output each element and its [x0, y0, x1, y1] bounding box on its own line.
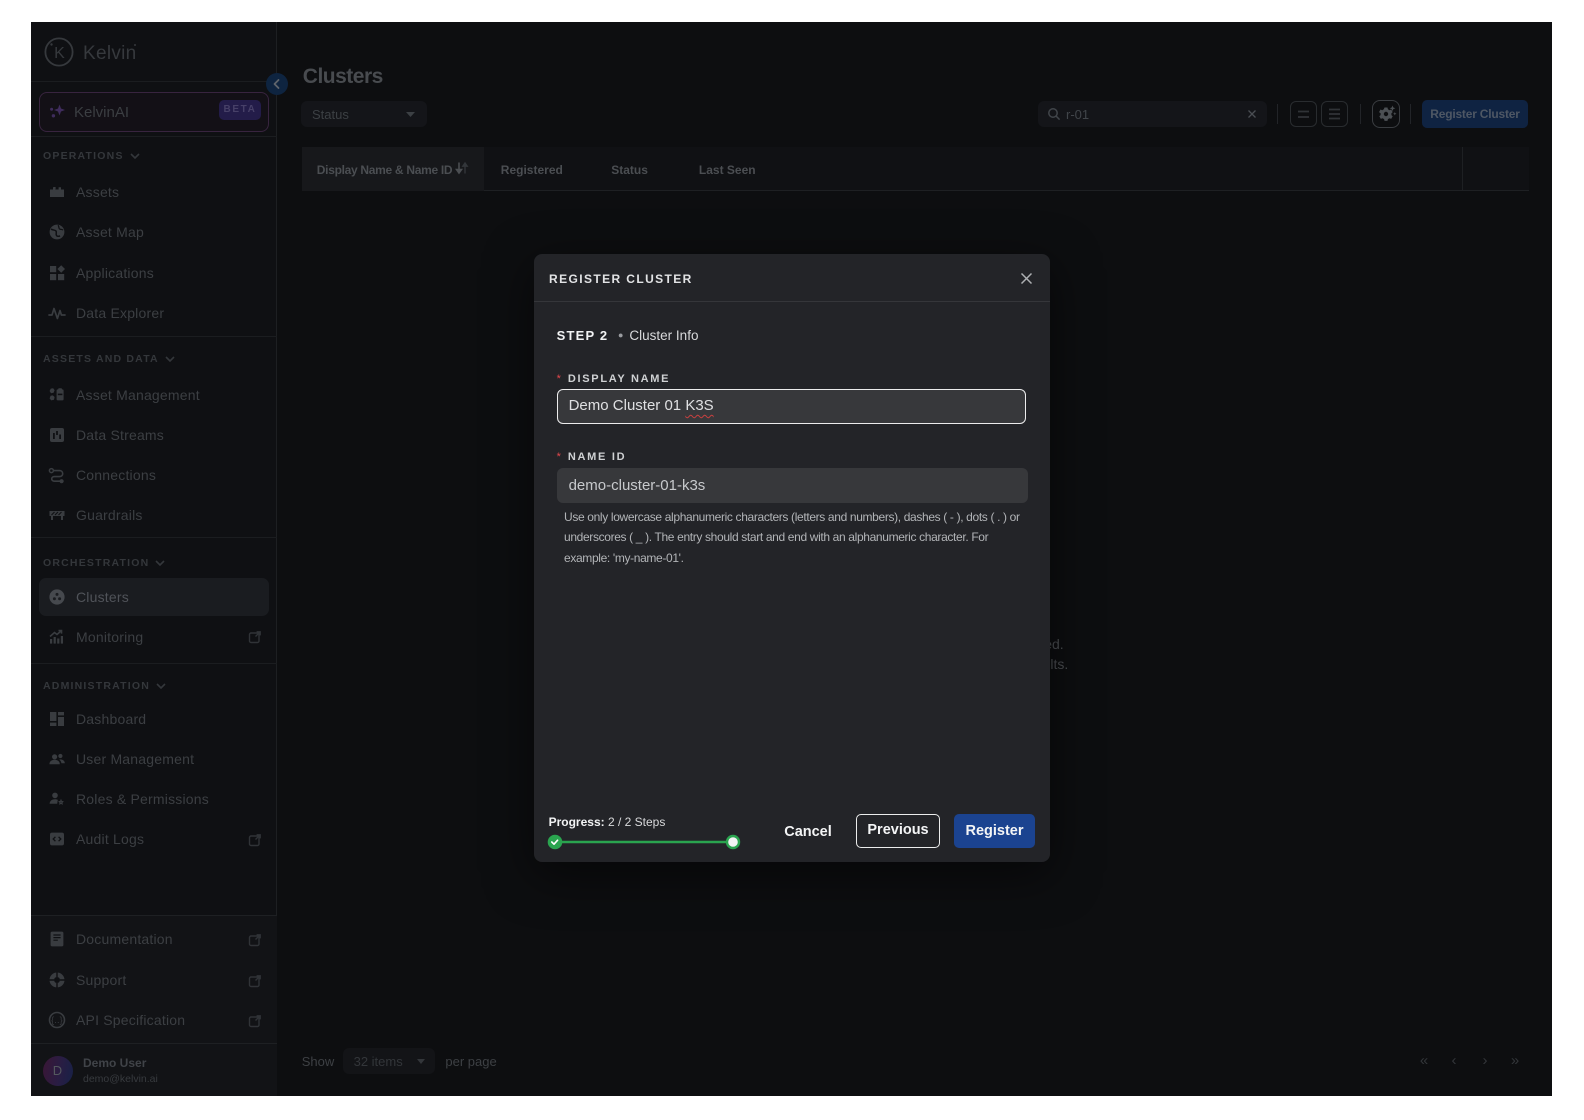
svg-text:K: K — [54, 45, 65, 62]
svg-text:{..}: {..} — [51, 1015, 63, 1025]
